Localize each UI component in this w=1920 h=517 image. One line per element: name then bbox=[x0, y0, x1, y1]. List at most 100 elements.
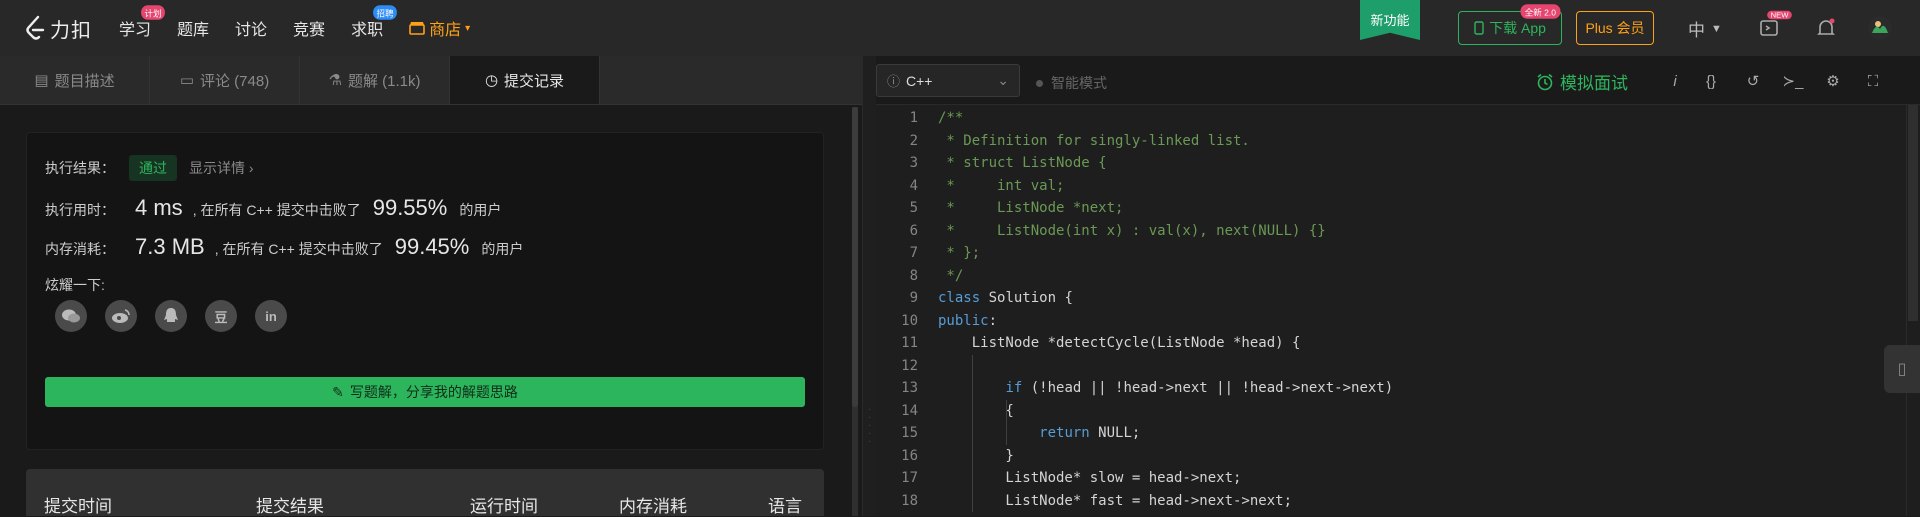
code-line[interactable]: 3 * struct ListNode { bbox=[876, 152, 1107, 175]
line-number: 6 bbox=[909, 222, 918, 239]
result-card: 执行结果： 通过 显示详情 › 执行用时： 4 ms , 在所有 C++ 提交中… bbox=[26, 132, 824, 450]
code-token: * ListNode(int x) : val(x), next(NULL) {… bbox=[938, 222, 1326, 239]
nav-learn[interactable]: 学习 计划 bbox=[119, 5, 165, 40]
code-token: * Definition for singly-linked list. bbox=[938, 132, 1250, 149]
line-number: 10 bbox=[901, 312, 918, 329]
code-line[interactable]: 1 /** bbox=[876, 107, 964, 130]
grip-dots-icon: · · · · · bbox=[868, 404, 872, 447]
download-app-button[interactable]: 下载 App 全新 2.0 bbox=[1458, 4, 1562, 45]
write-solution-label: 写题解，分享我的解题思路 bbox=[349, 384, 518, 400]
code-line[interactable]: 7 * }; bbox=[876, 242, 981, 265]
line-number: 12 bbox=[901, 357, 918, 374]
line-number: 11 bbox=[901, 335, 918, 352]
tab-description-label: 题目描述 bbox=[54, 72, 115, 90]
memory-desc: , 在所有 C++ 提交中击败了 bbox=[214, 241, 383, 257]
douban-icon[interactable]: 豆 bbox=[205, 300, 237, 332]
nav-discuss[interactable]: 讨论 bbox=[235, 16, 267, 40]
mock-interview-button[interactable]: 模拟面试 bbox=[1536, 69, 1628, 94]
info-icon[interactable]: i bbox=[1664, 71, 1686, 91]
floating-note-button[interactable]: ▯ bbox=[1884, 345, 1920, 393]
bell-icon[interactable] bbox=[1812, 14, 1840, 42]
avatar[interactable] bbox=[1866, 14, 1894, 42]
code-line[interactable]: 14 { bbox=[876, 400, 1014, 423]
left-scrollbar-thumb[interactable] bbox=[852, 107, 858, 407]
code-token: * ListNode *next; bbox=[938, 200, 1124, 217]
code-line[interactable]: 11 ListNode *detectCycle(ListNode *head)… bbox=[876, 332, 1300, 355]
smart-mode-dot bbox=[1036, 79, 1043, 87]
tab-solutions[interactable]: ⚗ 题解 (1.1k) bbox=[300, 56, 450, 104]
memory-value: 7.3 MB bbox=[135, 234, 205, 259]
show-details-link[interactable]: 显示详情 › bbox=[189, 158, 254, 178]
smart-mode-toggle[interactable]: 智能模式 bbox=[1036, 73, 1107, 93]
code-line[interactable]: 18 ListNode* fast = head->next->next; bbox=[876, 490, 1292, 513]
code-line[interactable]: 9 class Solution { bbox=[876, 287, 1073, 310]
code-token: { bbox=[938, 402, 1014, 419]
memory-tail: 的用户 bbox=[481, 241, 524, 257]
code-line[interactable]: 4 * int val; bbox=[876, 175, 1065, 198]
language-select[interactable]: ⓘ C++ ⌄ bbox=[876, 64, 1020, 97]
info-circle-icon: ⓘ bbox=[887, 74, 901, 89]
code-token: : bbox=[988, 312, 998, 329]
qq-icon[interactable] bbox=[155, 300, 187, 332]
line-number: 8 bbox=[909, 267, 918, 284]
clock-icon: ◷ bbox=[484, 72, 499, 89]
tab-description[interactable]: ▤ 题目描述 bbox=[0, 56, 150, 104]
line-number: 3 bbox=[909, 155, 918, 172]
nav-contest[interactable]: 竞赛 bbox=[293, 16, 325, 40]
runtime-desc: , 在所有 C++ 提交中击败了 bbox=[192, 202, 361, 218]
indent-guide bbox=[972, 354, 973, 512]
status-badge: 通过 bbox=[129, 155, 177, 181]
line-number: 9 bbox=[909, 290, 918, 307]
note-icon: ▯ bbox=[1897, 361, 1907, 378]
nav-shop[interactable]: 商店 ▾ bbox=[409, 16, 470, 40]
share-icons: 豆 in bbox=[55, 300, 287, 332]
wechat-icon[interactable] bbox=[55, 300, 87, 332]
nav-problemset[interactable]: 题库 bbox=[177, 16, 209, 40]
submission-pane: 执行结果： 通过 显示详情 › 执行用时： 4 ms , 在所有 C++ 提交中… bbox=[0, 105, 862, 516]
linkedin-icon[interactable]: in bbox=[255, 300, 287, 332]
line-number: 7 bbox=[909, 245, 918, 262]
editor-toolbar: ⓘ C++ ⌄ 智能模式 模拟面试 i {} ↺ ≻_ ⚙ ⛶ bbox=[876, 56, 1920, 105]
code-line[interactable]: 13 if (!head || !head->next || !head->ne… bbox=[876, 377, 1393, 400]
code-token: */ bbox=[938, 267, 964, 284]
tab-submissions[interactable]: ◷ 提交记录 bbox=[450, 56, 600, 104]
code-line[interactable]: 16 } bbox=[876, 445, 1014, 468]
line-number: 13 bbox=[901, 380, 918, 397]
code-line[interactable]: 17 ListNode* slow = head->next; bbox=[876, 467, 1241, 490]
code-line[interactable]: 10 public: bbox=[876, 310, 997, 333]
code-line[interactable]: 6 * ListNode(int x) : val(x), next(NULL)… bbox=[876, 220, 1326, 243]
code-token: Solution { bbox=[980, 290, 1073, 307]
terminal-icon[interactable]: ≻_ bbox=[1782, 71, 1804, 91]
exec-result-label: 执行结果： bbox=[45, 160, 115, 176]
pane-resize-handle[interactable]: · · · · · bbox=[862, 56, 876, 516]
editor-scrollbar-thumb[interactable] bbox=[1908, 105, 1918, 321]
plus-member-button[interactable]: Plus 会员 bbox=[1576, 11, 1654, 45]
chevron-down-icon: ▼ bbox=[1711, 22, 1722, 35]
download-app-label: 下载 App bbox=[1489, 20, 1546, 36]
column-header-result: 提交结果 bbox=[256, 497, 324, 516]
braces-icon[interactable]: {} bbox=[1700, 71, 1722, 91]
code-token: class bbox=[938, 290, 981, 307]
settings-icon[interactable]: ⚙ bbox=[1822, 71, 1844, 91]
fullscreen-icon[interactable]: ⛶ bbox=[1862, 71, 1884, 91]
logo[interactable]: 力扣 bbox=[24, 14, 92, 43]
language-switch[interactable]: 中 ▼ bbox=[1688, 16, 1722, 41]
runtime-row: 执行用时： 4 ms , 在所有 C++ 提交中击败了 99.55% 的用户 bbox=[45, 195, 501, 221]
code-editor[interactable]: 1 /** 2 * Definition for singly-linked lis… bbox=[876, 105, 1906, 516]
reset-icon[interactable]: ↺ bbox=[1742, 71, 1764, 91]
chevron-down-icon: ▾ bbox=[465, 22, 471, 34]
weibo-icon[interactable] bbox=[105, 300, 137, 332]
code-line[interactable]: 5 * ListNode *next; bbox=[876, 197, 1124, 220]
code-line[interactable]: 2 * Definition for singly-linked list. bbox=[876, 130, 1250, 153]
playground-icon[interactable]: NEW bbox=[1756, 10, 1792, 42]
tab-comments[interactable]: ▭ 评论 (748) bbox=[150, 56, 300, 104]
code-line[interactable]: 8 */ bbox=[876, 265, 964, 288]
code-line[interactable]: 12 bbox=[876, 355, 938, 378]
line-number: 4 bbox=[909, 177, 918, 194]
code-line[interactable]: 15 return NULL; bbox=[876, 422, 1140, 445]
nav-jobs[interactable]: 求职 招聘 bbox=[351, 5, 397, 40]
code-token: * }; bbox=[938, 245, 981, 262]
column-header-memory: 内存消耗 bbox=[619, 497, 687, 516]
code-token: } bbox=[938, 447, 1014, 464]
write-solution-button[interactable]: ✎ 写题解，分享我的解题思路 bbox=[45, 377, 805, 407]
